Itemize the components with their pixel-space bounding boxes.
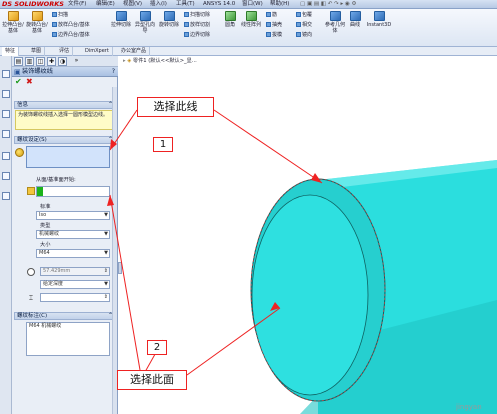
step-number-2: 2	[147, 340, 167, 355]
app-window: DS SOLIDWORKS 文件(F) 编辑(E) 视图(V) 插入(I) 工具…	[0, 0, 497, 414]
callout-select-edge: 选择此线	[137, 97, 214, 117]
step-number-1: 1	[153, 137, 173, 152]
end-face[interactable]	[251, 194, 369, 396]
model-and-annotations	[107, 109, 497, 414]
callout-select-face-text: 选择此面	[130, 373, 174, 386]
callout-select-edge-text: 选择此线	[153, 100, 198, 113]
step-number-1-text: 1	[159, 139, 167, 150]
callout-select-face: 选择此面	[117, 370, 187, 390]
step-number-2-text: 2	[153, 342, 161, 353]
cylinder-model[interactable]	[250, 160, 497, 414]
watermark: jingyan	[456, 403, 482, 411]
